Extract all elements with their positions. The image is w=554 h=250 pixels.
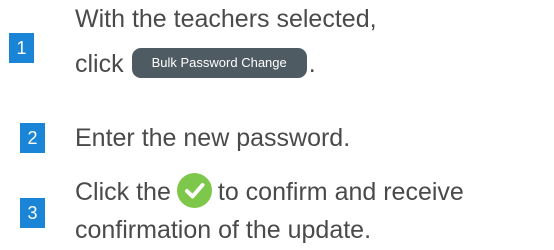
step-1-click-text: click: [75, 50, 124, 78]
step-1-line-2: click Bulk Password Change.: [75, 46, 316, 82]
step-1-number: 1: [9, 33, 34, 63]
step-3-confirm-text: to confirm and receive: [217, 178, 464, 206]
step-1-line-1: With the teachers selected,: [75, 5, 377, 33]
step-3-line-1: Click the to confirm and receive: [75, 173, 464, 210]
step-1-period: .: [308, 50, 316, 78]
step-2-number: 2: [20, 123, 45, 153]
bulk-password-change-button[interactable]: Bulk Password Change: [131, 48, 307, 79]
step-2-text: Enter the new password.: [75, 124, 351, 152]
step-3-number: 3: [20, 198, 45, 228]
checkmark-circle-icon[interactable]: [176, 173, 212, 209]
step-3-line-2: confirmation of the update.: [75, 216, 372, 244]
step-3-click-the-text: Click the: [75, 178, 171, 206]
